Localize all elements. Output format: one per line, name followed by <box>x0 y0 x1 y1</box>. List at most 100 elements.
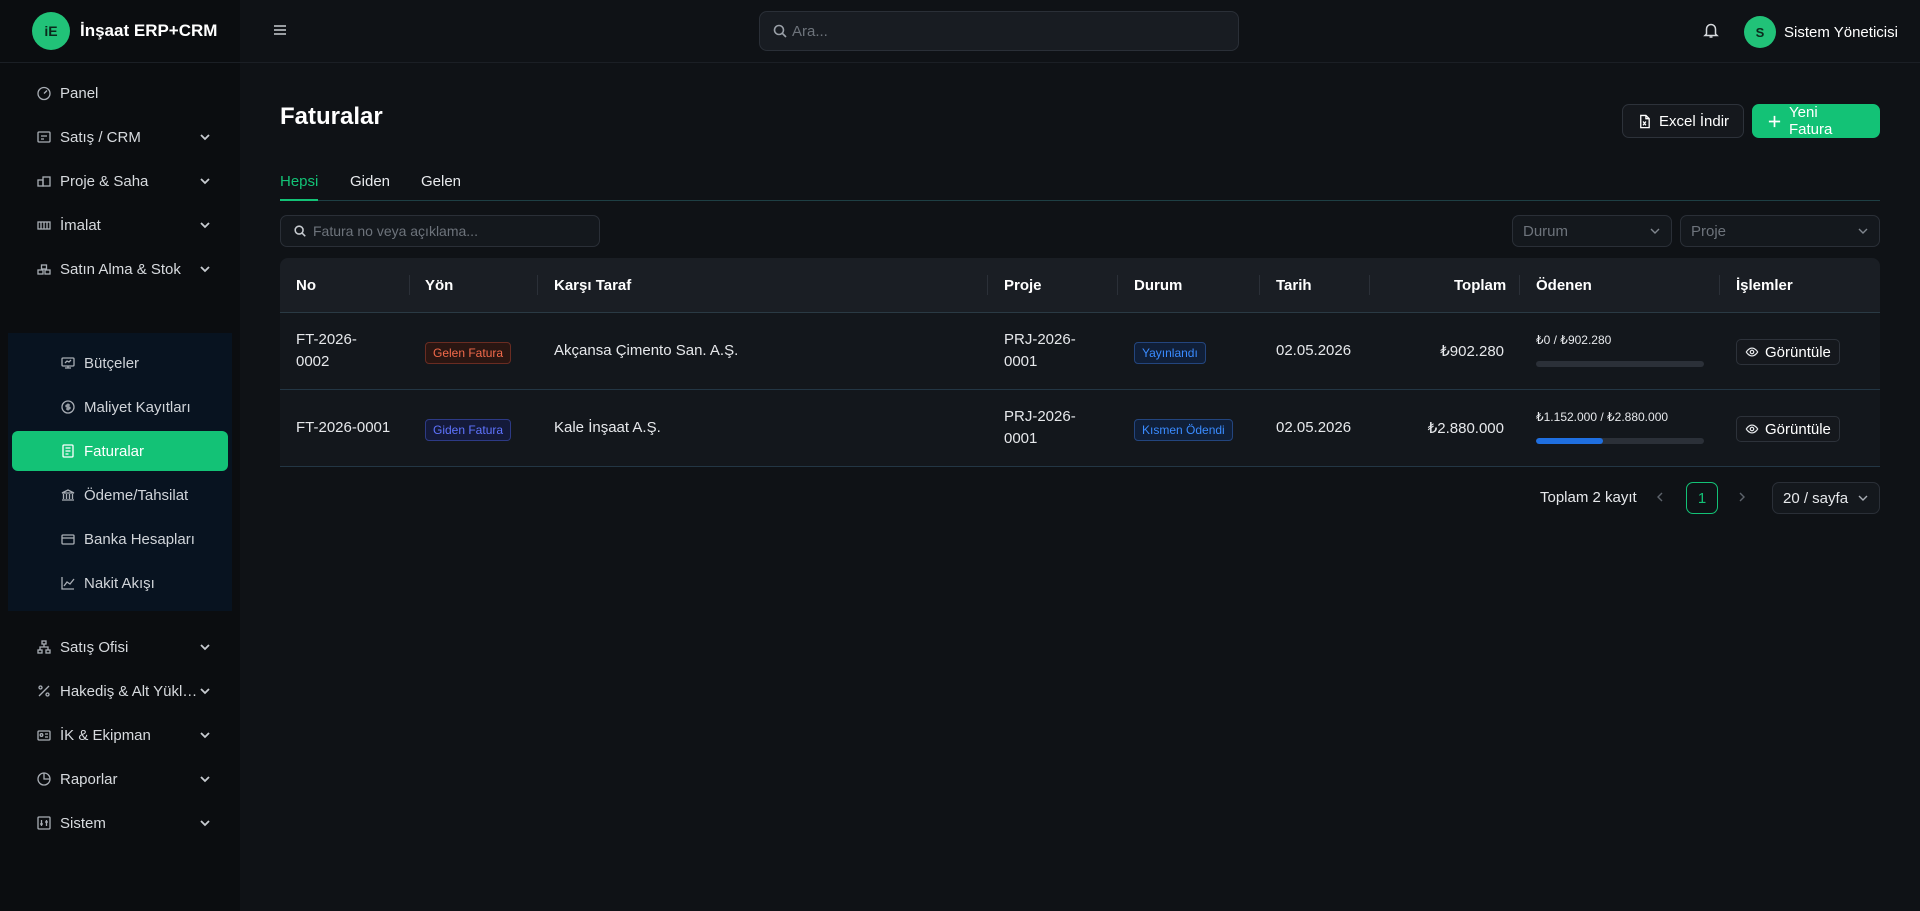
chevron-down-icon <box>198 772 212 786</box>
column-divider[interactable] <box>537 275 538 295</box>
cash-register-icon <box>36 129 52 145</box>
column-divider[interactable] <box>1519 275 1520 295</box>
buildings-icon <box>36 173 52 189</box>
sidebar-item-label: İK & Ekipman <box>60 726 151 744</box>
chevron-down-icon <box>198 816 212 830</box>
line-chart-icon <box>60 575 76 591</box>
chevron-down-icon <box>1857 492 1869 504</box>
sidebar-item-hr-equipment[interactable]: İK & Ekipman <box>0 713 240 757</box>
invoice-search-input[interactable] <box>313 223 593 239</box>
paid-amount: ₺1.152.000 / ₺2.880.000 <box>1536 410 1669 424</box>
paid-amount: ₺0 / ₺902.280 <box>1536 333 1612 347</box>
chevron-down-icon <box>198 728 212 742</box>
user-menu[interactable]: S Sistem Yöneticisi <box>1744 16 1898 48</box>
sidebar-item-budgets[interactable]: Bütçeler <box>12 343 228 383</box>
column-header-actions: İşlemler <box>1736 277 1793 294</box>
sidebar-item-label: Ödeme/Tahsilat <box>84 486 189 504</box>
sidebar-item-panel[interactable]: Panel <box>0 71 240 115</box>
project-code: PRJ-2026-0001 <box>1004 331 1076 370</box>
sidebar: iE İnşaat ERP+CRM Panel Satış / CRM Proj… <box>0 0 240 911</box>
menu-toggle-icon[interactable] <box>272 22 288 38</box>
chevron-left-icon[interactable] <box>1654 491 1666 503</box>
sidebar-item-sales-office[interactable]: Satış Ofisi <box>0 625 240 669</box>
brand-logo: iE <box>32 12 70 50</box>
sidebar-item-label: Panel <box>60 84 99 102</box>
sidebar-item-purchasing-stock[interactable]: Satın Alma & Stok <box>0 247 240 291</box>
sidebar-item-label: Satış Ofisi <box>60 638 129 656</box>
sidebar-item-label: Banka Hesapları <box>84 530 195 548</box>
project-filter-select[interactable]: Proje <box>1680 215 1880 247</box>
chevron-down-icon <box>198 130 212 144</box>
table-row[interactable]: FT-2026-0001 Giden Fatura Kale İnşaat A.… <box>280 390 1880 467</box>
sidebar-item-invoices[interactable]: Faturalar <box>12 431 228 471</box>
tab-incoming[interactable]: Gelen <box>421 173 461 201</box>
warehouse-icon <box>36 261 52 277</box>
invoice-search[interactable] <box>280 215 600 247</box>
invoice-icon <box>60 443 76 459</box>
brand[interactable]: iE İnşaat ERP+CRM <box>0 0 240 63</box>
sidebar-item-reports[interactable]: Raporlar <box>0 757 240 801</box>
brand-name: İnşaat ERP+CRM <box>80 21 218 40</box>
column-divider[interactable] <box>1719 275 1720 295</box>
org-chart-icon <box>36 639 52 655</box>
chevron-right-icon[interactable] <box>1736 491 1748 503</box>
sidebar-item-sales-crm[interactable]: Satış / CRM <box>0 115 240 159</box>
column-divider[interactable] <box>1259 275 1260 295</box>
pie-chart-icon <box>36 771 52 787</box>
search-icon <box>772 23 788 39</box>
tab-all[interactable]: Hepsi <box>280 173 319 201</box>
column-divider[interactable] <box>1117 275 1118 295</box>
sidebar-item-label: Maliyet Kayıtları <box>84 398 191 416</box>
page-button-current[interactable]: 1 <box>1686 482 1718 514</box>
sidebar-item-progress-payments[interactable]: Hakediş & Alt Yüklenici <box>0 669 240 713</box>
sidebar-item-label: Nakit Akışı <box>84 574 155 592</box>
view-button-label: Görüntüle <box>1765 343 1831 361</box>
status-filter-select[interactable]: Durum <box>1512 215 1672 247</box>
invoice-no: FT-2026-0001 <box>296 419 391 436</box>
view-button[interactable]: Görüntüle <box>1736 339 1840 365</box>
finance-submenu: Bütçeler Maliyet Kayıtları Faturalar Öde… <box>8 333 232 611</box>
table-row[interactable]: FT-2026-0002 Gelen Fatura Akçansa Çiment… <box>280 313 1880 390</box>
column-divider[interactable] <box>987 275 988 295</box>
sidebar-item-label: Faturalar <box>84 442 145 460</box>
chevron-down-icon <box>198 174 212 188</box>
view-button[interactable]: Görüntüle <box>1736 416 1840 442</box>
table-header: No Yön Karşı Taraf Proje Durum Tarih Top… <box>280 258 1880 313</box>
tab-outgoing[interactable]: Giden <box>350 173 390 201</box>
project-filter-placeholder: Proje <box>1691 222 1727 240</box>
sidebar-item-label: Proje & Saha <box>60 172 149 190</box>
sidebar-nav: Panel Satış / CRM Proje & Saha İmalat Sa… <box>0 63 240 291</box>
chevron-down-icon <box>198 218 212 232</box>
direction-badge: Gelen Fatura <box>425 342 512 364</box>
sidebar-item-project-site[interactable]: Proje & Saha <box>0 159 240 203</box>
sidebar-item-label: Satış / CRM <box>60 128 141 146</box>
global-search[interactable] <box>759 11 1239 51</box>
new-invoice-button[interactable]: Yeni Fatura <box>1752 104 1880 138</box>
sidebar-item-cash-flow[interactable]: Nakit Akışı <box>12 563 228 603</box>
sidebar-item-bank-accounts[interactable]: Banka Hesapları <box>12 519 228 559</box>
payment-progress-bar <box>1536 438 1704 444</box>
column-divider[interactable] <box>409 275 410 295</box>
sidebar-item-cost-records[interactable]: Maliyet Kayıtları <box>12 387 228 427</box>
invoice-no: FT-2026-0002 <box>296 331 357 370</box>
card-icon <box>60 531 76 547</box>
sidebar-item-payments[interactable]: Ödeme/Tahsilat <box>12 475 228 515</box>
budget-icon <box>60 355 76 371</box>
sidebar-item-manufacturing[interactable]: İmalat <box>0 203 240 247</box>
chevron-down-icon <box>1649 225 1661 237</box>
page-header: Faturalar Excel İndir Yeni Fatura <box>280 63 1880 139</box>
excel-download-button[interactable]: Excel İndir <box>1622 104 1745 138</box>
new-invoice-label: Yeni Fatura <box>1789 104 1833 138</box>
sidebar-item-label: Bütçeler <box>84 354 140 372</box>
bell-icon[interactable] <box>1702 21 1720 39</box>
column-divider[interactable] <box>1369 275 1370 295</box>
search-input[interactable] <box>792 22 1212 40</box>
sidebar-item-system[interactable]: Sistem <box>0 801 240 845</box>
coin-icon <box>60 399 76 415</box>
counterparty: Akçansa Çimento San. A.Ş. <box>554 342 739 359</box>
page-size-select[interactable]: 20 / sayfa <box>1772 482 1880 514</box>
column-header-paid: Ödenen <box>1536 277 1592 294</box>
sidebar-item-label: Satın Alma & Stok <box>60 260 181 278</box>
column-header-total: Toplam <box>1454 277 1507 294</box>
chevron-down-icon <box>198 684 212 698</box>
